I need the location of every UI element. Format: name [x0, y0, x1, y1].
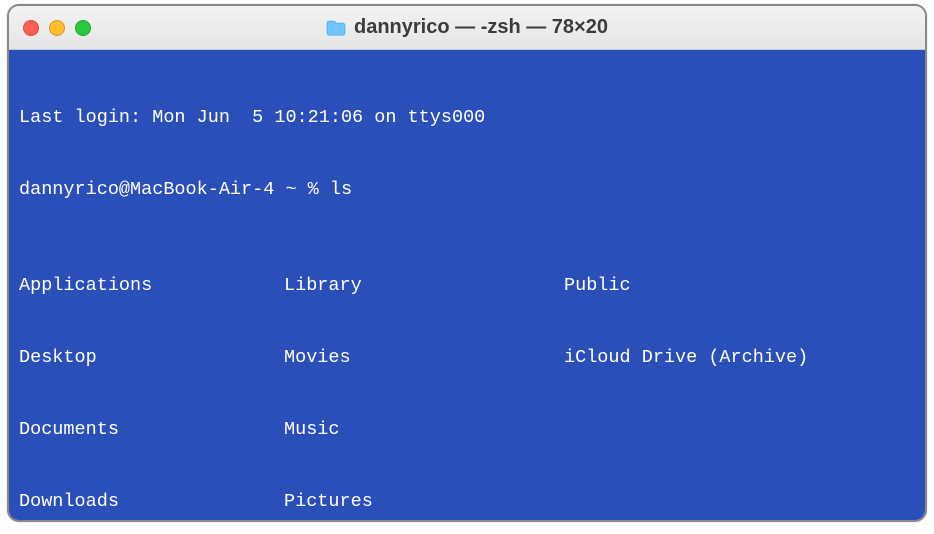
close-icon[interactable]	[23, 20, 39, 36]
ls-cell: iCloud Drive (Archive)	[564, 346, 915, 370]
prompt-line-1: dannyrico@MacBook-Air-4 ~ % ls	[19, 178, 915, 202]
folder-icon	[326, 20, 346, 36]
ls-cell: Movies	[284, 346, 564, 370]
ls-row: Desktop Movies iCloud Drive (Archive)	[19, 346, 915, 370]
ls-cell: Music	[284, 418, 564, 442]
ls-cell: Library	[284, 274, 564, 298]
ls-cell	[564, 490, 915, 514]
ls-cell: Downloads	[19, 490, 284, 514]
ls-cell: Pictures	[284, 490, 564, 514]
window-title: dannyrico — -zsh — 78×20	[354, 16, 608, 39]
ls-row: Documents Music	[19, 418, 915, 442]
ls-row: Downloads Pictures	[19, 490, 915, 514]
command-text: ls	[330, 179, 352, 200]
ls-cell: Desktop	[19, 346, 284, 370]
window-title-wrap: dannyrico — -zsh — 78×20	[9, 16, 925, 39]
ls-row: Applications Library Public	[19, 274, 915, 298]
titlebar: dannyrico — -zsh — 78×20	[9, 6, 925, 50]
zoom-icon[interactable]	[75, 20, 91, 36]
traffic-lights	[23, 20, 91, 36]
ls-cell	[564, 418, 915, 442]
terminal-body[interactable]: Last login: Mon Jun 5 10:21:06 on ttys00…	[9, 50, 925, 520]
ls-cell: Public	[564, 274, 915, 298]
last-login-line: Last login: Mon Jun 5 10:21:06 on ttys00…	[19, 106, 915, 130]
prompt-text: dannyrico@MacBook-Air-4 ~ %	[19, 179, 330, 200]
minimize-icon[interactable]	[49, 20, 65, 36]
terminal-window: dannyrico — -zsh — 78×20 Last login: Mon…	[7, 4, 927, 522]
ls-cell: Documents	[19, 418, 284, 442]
ls-cell: Applications	[19, 274, 284, 298]
